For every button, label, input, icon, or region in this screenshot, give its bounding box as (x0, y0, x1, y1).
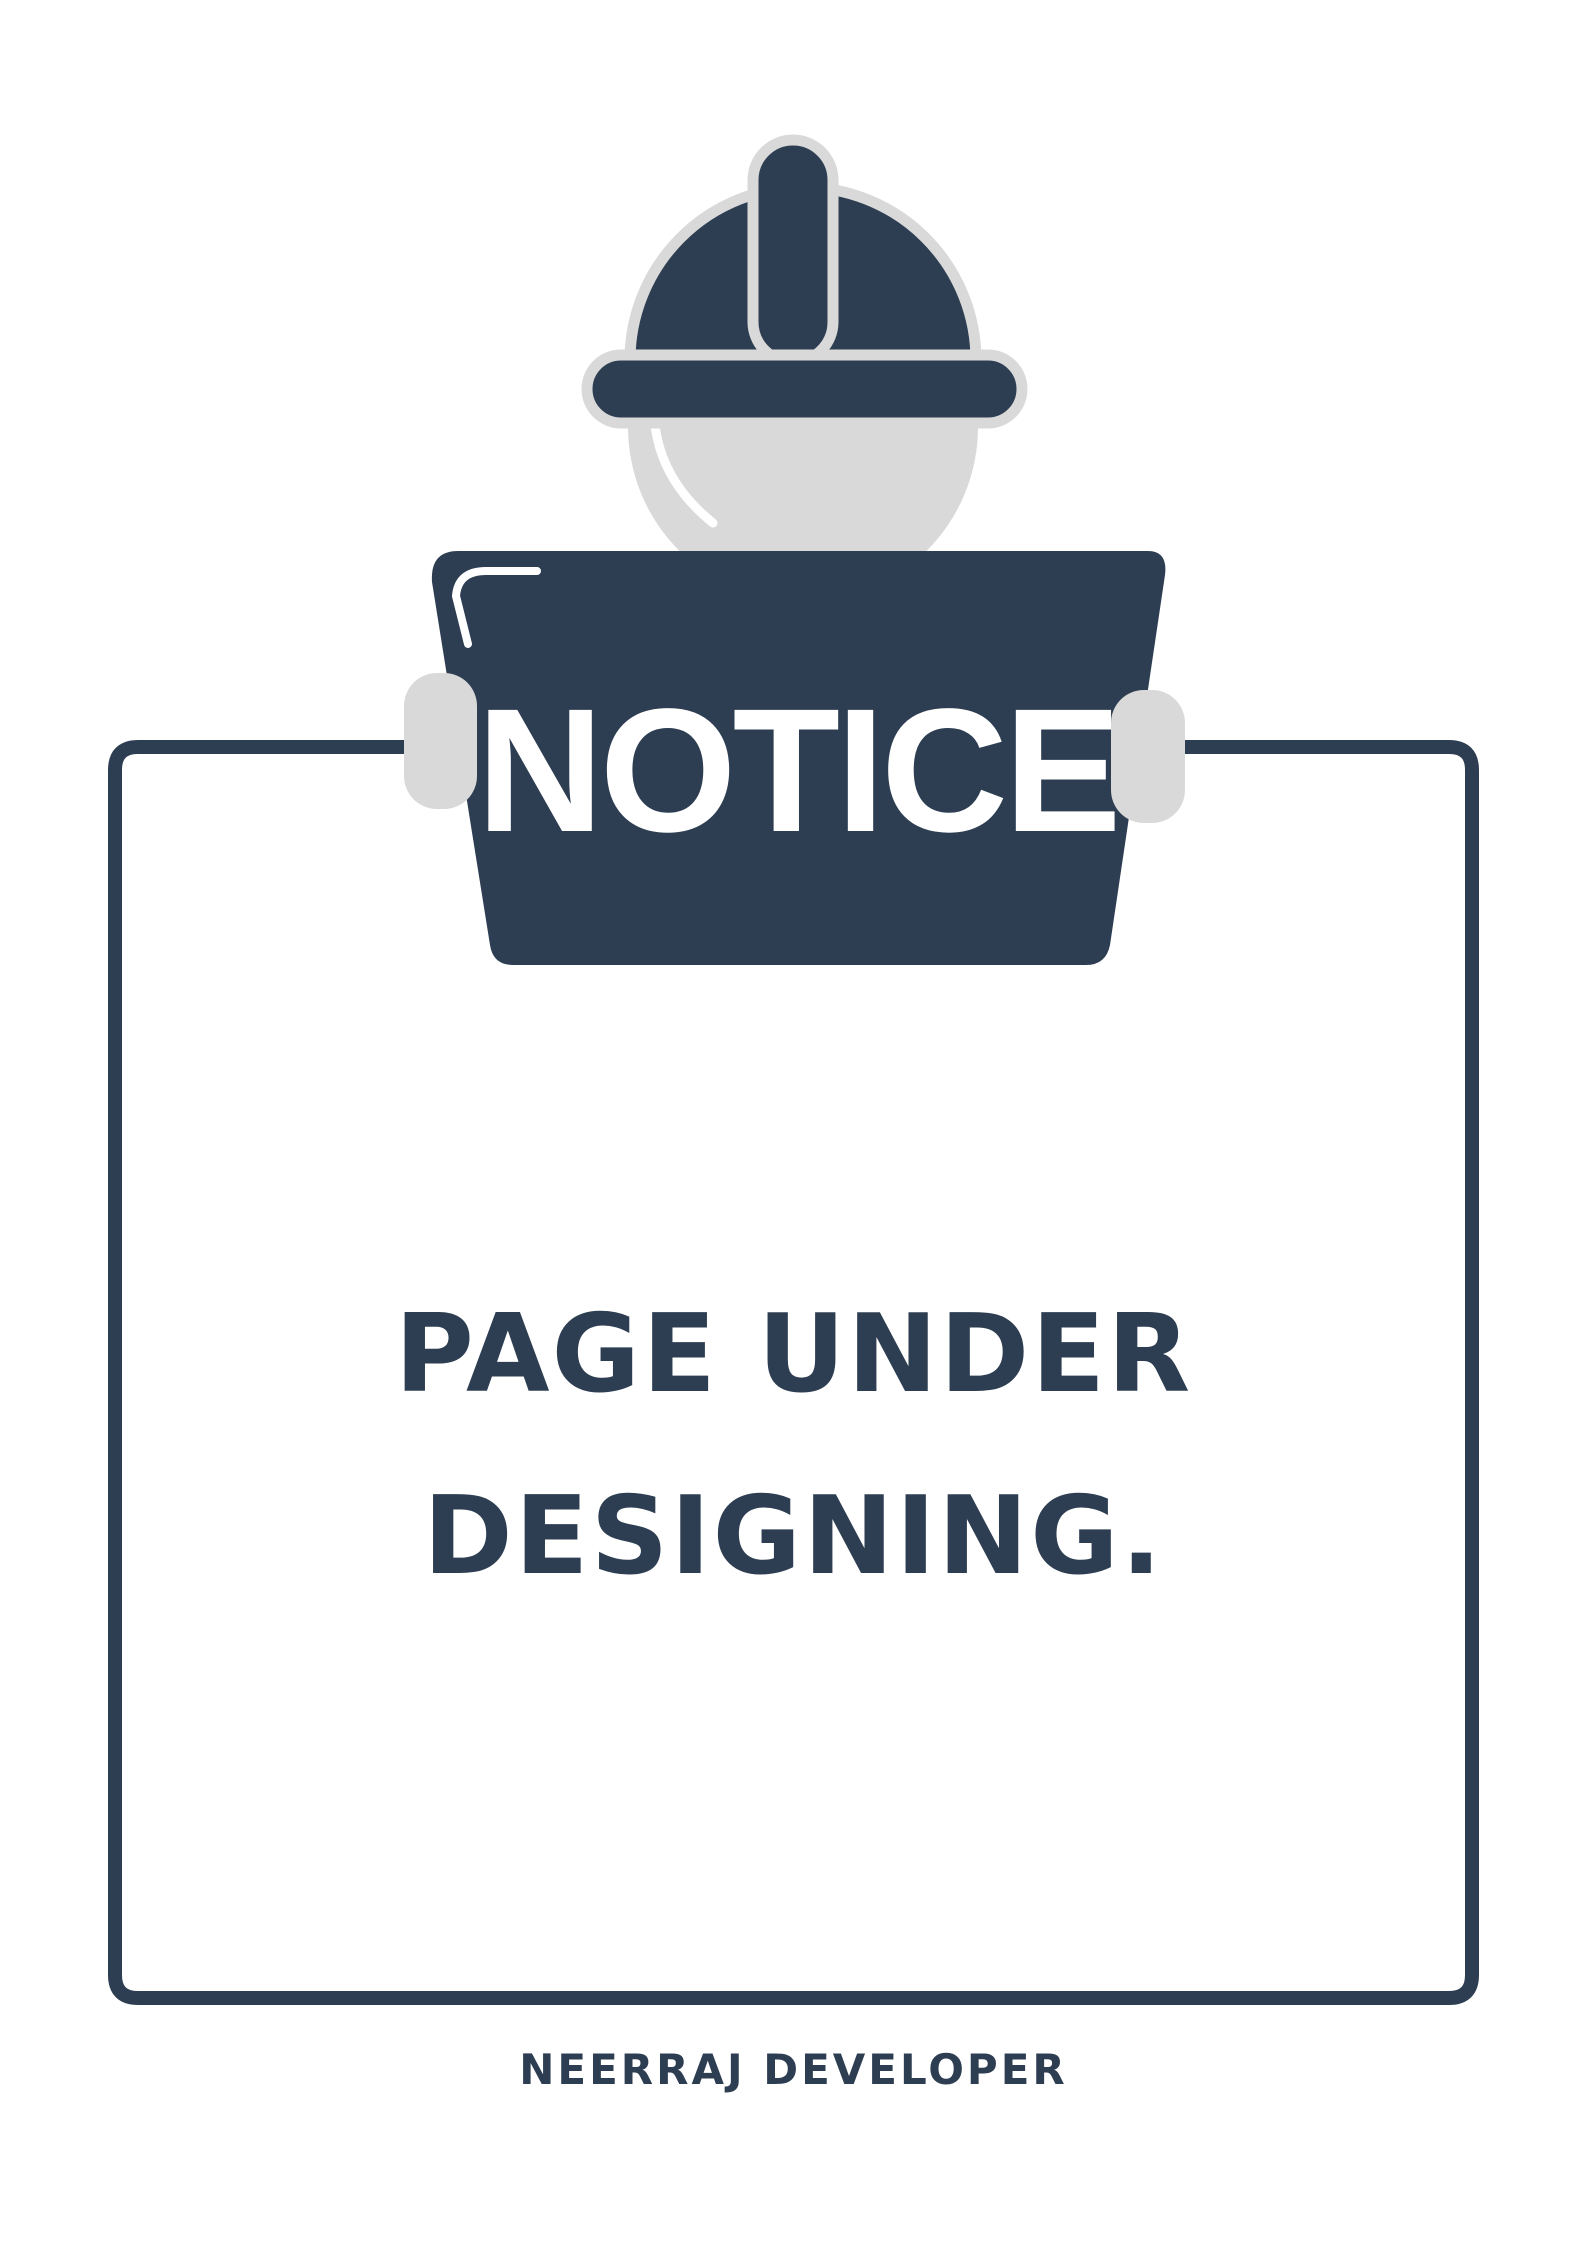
hard-hat-icon (581, 134, 1028, 429)
right-hand (1111, 690, 1185, 823)
headline-line-2: DESIGNING. (423, 1474, 1164, 1599)
footer-credit: NEERRAJ DEVELOPER (519, 2045, 1068, 2094)
construction-worker-illustration: NOTICE (108, 134, 1479, 2005)
headline-line-1: PAGE UNDER (394, 1292, 1193, 1417)
notice-sign: NOTICE (431, 551, 1166, 965)
left-hand (404, 673, 477, 809)
notice-label: NOTICE (477, 673, 1118, 869)
